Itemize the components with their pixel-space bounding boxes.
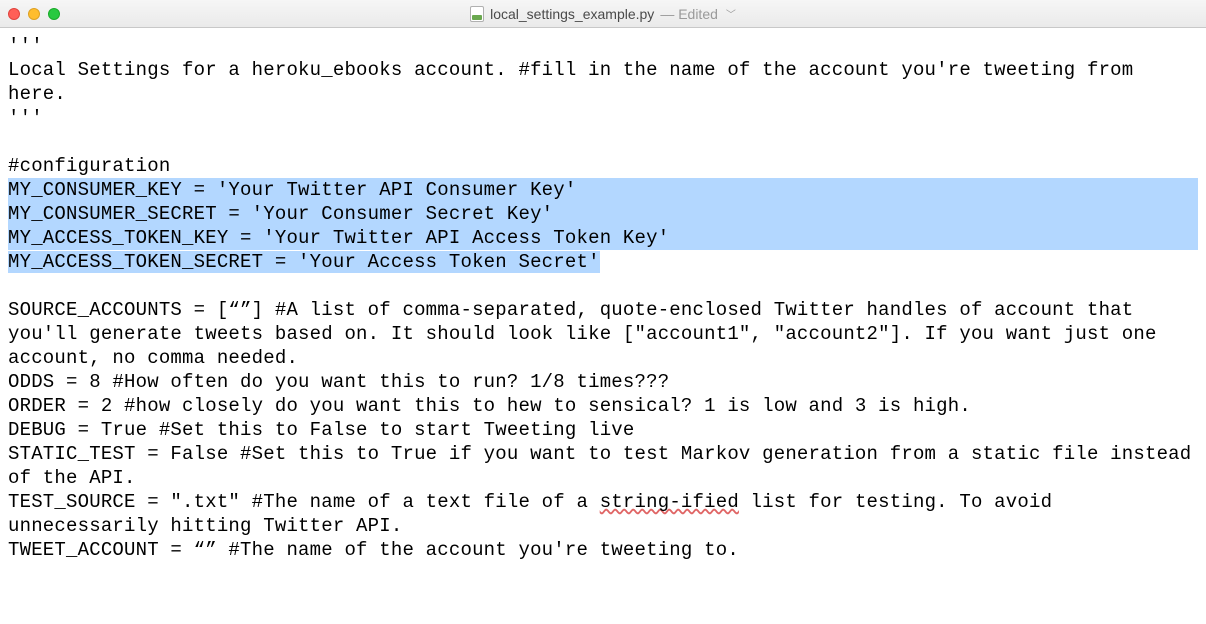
selected-line: MY_CONSUMER_KEY = 'Your Twitter API Cons… [8,178,1198,202]
code-line: Local Settings for a heroku_ebooks accou… [8,59,1145,105]
code-line: TWEET_ACCOUNT = “” #The name of the acco… [8,539,739,561]
code-line: TEST_SOURCE = ".txt" #The name of a text… [8,491,1064,537]
code-line: ''' [8,35,43,57]
traffic-lights [8,8,60,20]
file-icon [470,6,484,22]
close-window-button[interactable] [8,8,20,20]
selected-line: MY_CONSUMER_SECRET = 'Your Consumer Secr… [8,202,1198,226]
spell-error: string-ified [600,491,739,513]
code-line: ''' [8,107,43,129]
edited-label: — Edited [660,6,718,22]
selected-line: MY_ACCESS_TOKEN_KEY = 'Your Twitter API … [8,226,1198,250]
code-line: #configuration [8,155,170,177]
code-line: DEBUG = True #Set this to False to start… [8,419,635,441]
code-line: ORDER = 2 #how closely do you want this … [8,395,971,417]
zoom-window-button[interactable] [48,8,60,20]
minimize-window-button[interactable] [28,8,40,20]
code-line: STATIC_TEST = False #Set this to True if… [8,443,1203,489]
code-line: ODDS = 8 #How often do you want this to … [8,371,669,393]
selected-line: MY_ACCESS_TOKEN_SECRET = 'Your Access To… [8,251,600,273]
code-line: SOURCE_ACCOUNTS = [“”] #A list of comma-… [8,299,1168,369]
window-title: local_settings_example.py — Edited ﹀ [0,6,1206,22]
window-titlebar: local_settings_example.py — Edited ﹀ [0,0,1206,28]
chevron-down-icon: ﹀ [726,6,736,21]
text-editor[interactable]: ''' Local Settings for a heroku_ebooks a… [0,28,1206,570]
filename-label: local_settings_example.py [490,6,654,22]
